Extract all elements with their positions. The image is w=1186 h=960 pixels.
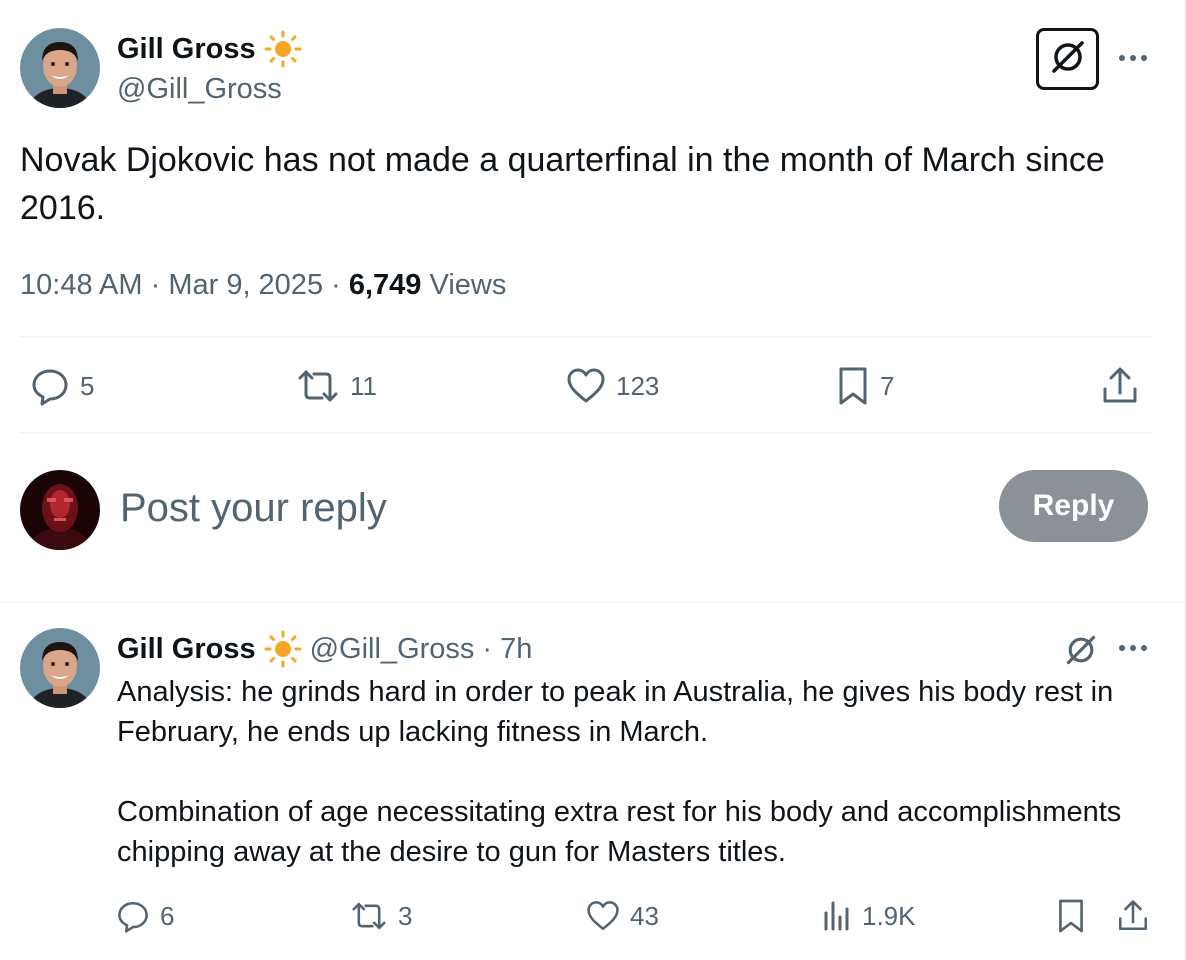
grok-icon — [1063, 635, 1099, 672]
reply-action[interactable]: 5 — [30, 364, 94, 408]
views-action[interactable]: 1.9K — [822, 894, 916, 938]
more-options-button[interactable] — [1119, 55, 1147, 61]
bookmark-action[interactable] — [1056, 894, 1086, 938]
views-count: 1.9K — [862, 900, 916, 931]
author-handle[interactable]: @Gill_Gross — [117, 70, 282, 108]
tweet-meta: 10:48 AM · Mar 9, 2025 · 6,749 Views — [20, 269, 507, 301]
reply-author-avatar[interactable] — [20, 628, 100, 708]
author-name[interactable]: Gill Gross — [117, 33, 256, 66]
more-options-button[interactable] — [1119, 645, 1147, 651]
comment-icon — [30, 366, 70, 406]
divider — [20, 336, 1152, 337]
author-avatar[interactable] — [20, 28, 100, 108]
tweet-time[interactable]: 10:48 AM — [20, 269, 143, 301]
sun-icon — [264, 30, 302, 68]
like-count: 43 — [630, 900, 659, 931]
repost-icon — [350, 899, 388, 933]
reply-paragraph: Combination of age necessitating extra r… — [117, 796, 1122, 868]
repost-count: 11 — [350, 370, 377, 401]
repost-icon — [296, 366, 340, 406]
reply-text: Analysis: he grinds hard in order to pea… — [117, 672, 1167, 872]
repost-count: 3 — [398, 900, 413, 931]
more-icon — [1119, 645, 1125, 651]
bookmark-action[interactable]: 7 — [836, 364, 894, 408]
grok-button[interactable] — [1063, 632, 1099, 673]
reply-count: 5 — [80, 370, 95, 401]
bookmark-icon — [1056, 897, 1086, 935]
repost-action[interactable]: 11 — [296, 364, 377, 408]
reply-button[interactable]: Reply — [999, 470, 1148, 542]
share-action[interactable] — [1116, 894, 1150, 938]
views-label: Views — [421, 269, 507, 301]
repost-action[interactable]: 3 — [350, 894, 412, 938]
share-action[interactable] — [1100, 364, 1140, 408]
bookmark-count: 7 — [880, 370, 895, 401]
reply-paragraph: Analysis: he grinds hard in order to pea… — [117, 676, 1114, 748]
reply-action[interactable]: 6 — [116, 894, 174, 938]
more-icon — [1119, 55, 1125, 61]
share-icon — [1100, 365, 1140, 407]
analytics-icon — [822, 899, 852, 933]
user-avatar[interactable] — [20, 470, 100, 550]
reply-author-name[interactable]: Gill Gross — [117, 633, 256, 666]
tweet-date[interactable]: Mar 9, 2025 — [168, 269, 323, 301]
tweet-text: Novak Djokovic has not made a quarterfin… — [20, 141, 1105, 227]
reply-count: 6 — [160, 900, 175, 931]
reply-time[interactable]: 7h — [500, 633, 532, 666]
grok-icon — [1048, 37, 1088, 82]
bookmark-icon — [836, 365, 870, 407]
comment-icon — [116, 899, 150, 933]
divider — [20, 432, 1152, 433]
like-action[interactable]: 123 — [566, 364, 659, 408]
grok-button[interactable] — [1036, 28, 1099, 90]
sun-icon — [264, 630, 302, 668]
like-count: 123 — [616, 370, 660, 401]
views-count: 6,749 — [348, 269, 422, 301]
heart-icon — [566, 366, 606, 406]
share-icon — [1116, 898, 1150, 934]
like-action[interactable]: 43 — [586, 894, 659, 938]
reply-input[interactable]: Post your reply — [120, 480, 940, 536]
heart-icon — [586, 899, 620, 933]
reply-author-handle[interactable]: @Gill_Gross — [310, 633, 475, 666]
divider — [0, 602, 1184, 603]
